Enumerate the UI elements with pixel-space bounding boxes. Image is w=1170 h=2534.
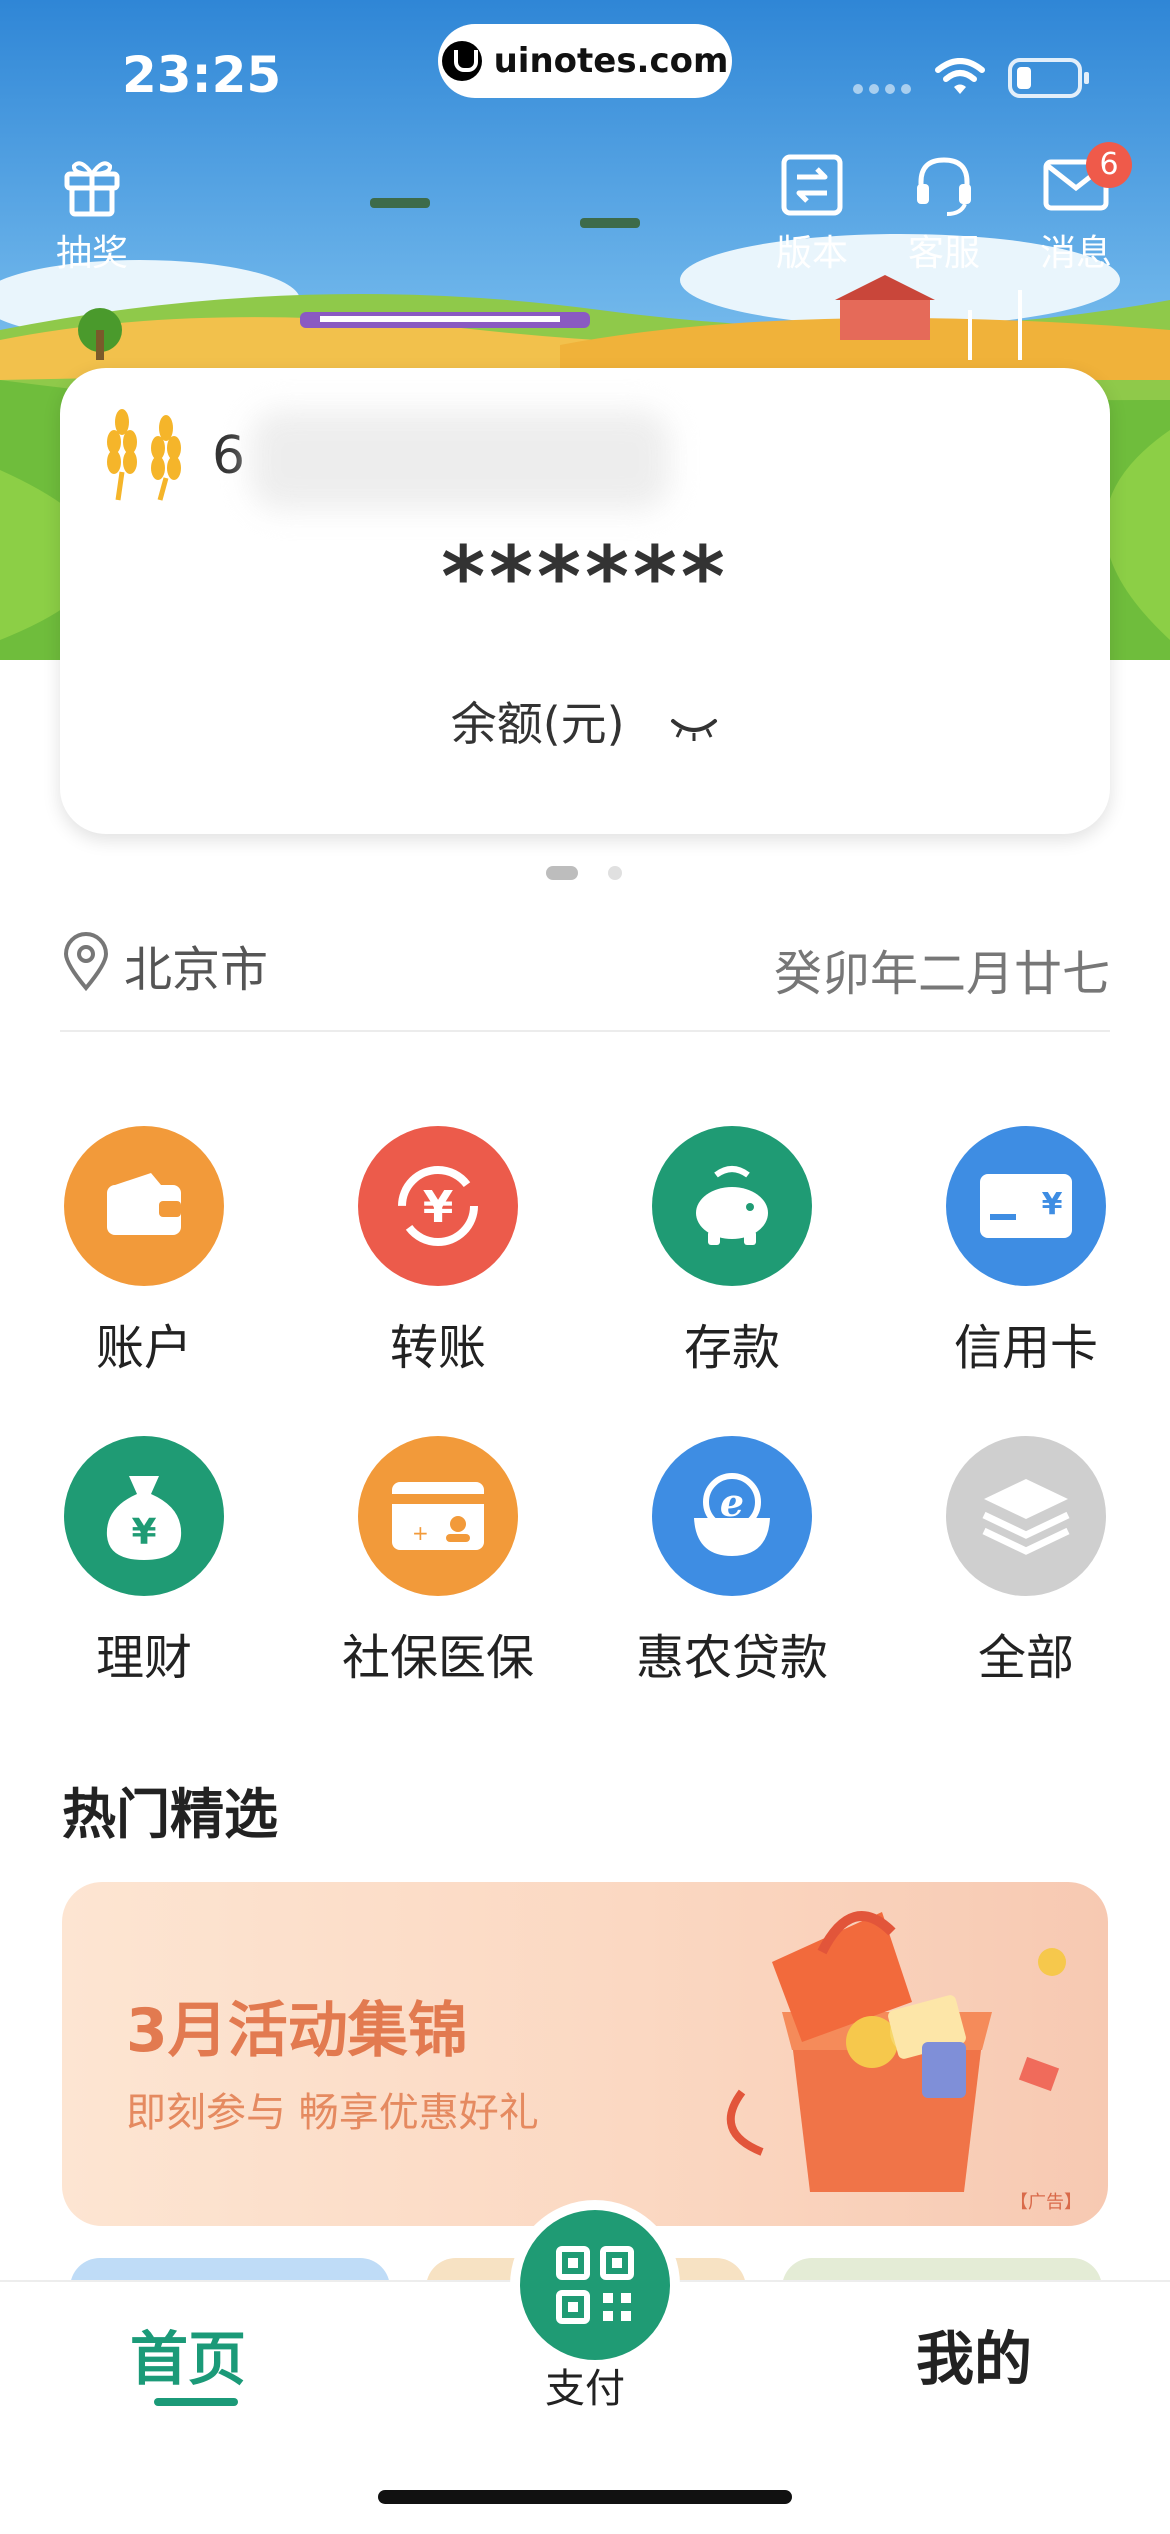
message-count-badge: 6	[1086, 142, 1132, 188]
account-number: 6	[212, 426, 246, 486]
wifi-icon	[935, 58, 985, 94]
ad-tag: 【广告】	[1010, 2192, 1082, 2213]
loan-e-icon: e	[652, 1436, 812, 1596]
wallet-icon	[64, 1126, 224, 1286]
banner-title: 3月活动集锦	[126, 1996, 468, 2066]
piggy-bank-icon	[652, 1126, 812, 1286]
grid-account-button[interactable]: 账户	[24, 1126, 264, 1378]
grid-transfer-button[interactable]: ¥ 转账	[318, 1126, 558, 1378]
promo-banner[interactable]: 3月活动集锦 即刻参与 畅享优惠好礼 【广告】	[62, 1882, 1108, 2226]
tab-pay-label[interactable]: 支付	[540, 2356, 630, 2414]
balance-card[interactable]: 6 ****** 余额(元)	[60, 368, 1110, 834]
balance-label-row: 余额(元)	[60, 688, 1110, 754]
svg-text:¥: ¥	[423, 1182, 454, 1233]
grid-social-insurance-button[interactable]: + 社保医保	[318, 1436, 558, 1688]
eye-closed-icon[interactable]	[669, 713, 719, 743]
url-text: uinotes.com	[493, 41, 729, 81]
svg-text:¥: ¥	[1042, 1187, 1063, 1222]
switch-version-icon	[781, 154, 843, 216]
headset-icon	[917, 157, 971, 216]
svg-text:+: +	[412, 1521, 429, 1545]
masked-balance: ******	[441, 528, 729, 626]
tab-mine[interactable]: 我的	[916, 2312, 1032, 2396]
messages-label: 消息	[1039, 233, 1112, 274]
lottery-label: 抽奖	[55, 233, 128, 274]
qr-code-icon	[556, 2246, 634, 2324]
uinotes-logo-icon	[441, 41, 482, 81]
lottery-button[interactable]: 抽奖	[46, 152, 138, 276]
grid-loan-button[interactable]: e 惠农贷款	[612, 1436, 852, 1688]
version-button[interactable]: 版本	[766, 152, 858, 276]
credit-card-icon: ¥	[946, 1126, 1106, 1286]
money-bag-icon: ¥	[64, 1436, 224, 1596]
status-time: 23:25	[122, 46, 282, 104]
grid-label: 理财	[95, 1630, 192, 1686]
social-insurance-card-icon: +	[358, 1436, 518, 1596]
grid-label: 惠农贷款	[635, 1630, 828, 1686]
tab-home[interactable]: 首页	[130, 2312, 246, 2396]
transfer-yuan-icon: ¥	[358, 1126, 518, 1286]
tab-home-indicator	[154, 2398, 238, 2406]
location-row: 北京市 癸卯年二月廿七	[60, 920, 1110, 1032]
city-label[interactable]: 北京市	[124, 930, 268, 1000]
grid-label: 转账	[389, 1320, 486, 1376]
grid-label: 账户	[95, 1320, 192, 1376]
battery-icon	[1008, 58, 1089, 98]
carousel-dot	[608, 866, 622, 880]
grid-wealth-button[interactable]: ¥ 理财	[24, 1436, 264, 1688]
url-pill: uinotes.com	[438, 24, 732, 98]
customer-service-button[interactable]: 客服	[898, 152, 990, 276]
grid-label: 信用卡	[953, 1320, 1098, 1376]
wheat-logo-icon	[107, 409, 181, 501]
grid-label: 全部	[977, 1630, 1074, 1686]
pay-button[interactable]	[510, 2200, 680, 2370]
grid-all-button[interactable]: 全部	[906, 1436, 1146, 1688]
balance-label: 余额(元)	[450, 697, 625, 751]
carousel-dot-active	[546, 866, 578, 880]
banner-subtitle: 即刻参与 畅享优惠好礼	[126, 2090, 539, 2136]
gift-box-illustration	[726, 1911, 1066, 2192]
gift-icon	[64, 161, 120, 217]
svg-text:¥: ¥	[131, 1512, 156, 1553]
grid-label: 社保医保	[341, 1630, 534, 1686]
svg-text:e: e	[720, 1480, 744, 1525]
account-number-mask	[250, 410, 670, 510]
cellular-signal-icon	[853, 84, 911, 94]
version-label: 版本	[775, 233, 848, 274]
grid-deposit-button[interactable]: 存款	[612, 1126, 852, 1378]
home-indicator	[378, 2490, 792, 2504]
location-pin-icon	[63, 932, 109, 992]
lunar-date: 癸卯年二月廿七	[773, 946, 1110, 1002]
grid-credit-card-button[interactable]: ¥ 信用卡	[906, 1126, 1146, 1378]
grid-label: 存款	[683, 1320, 780, 1376]
section-title: 热门精选	[62, 1783, 278, 1846]
layers-icon	[946, 1436, 1106, 1596]
customer-service-label: 客服	[907, 233, 980, 274]
